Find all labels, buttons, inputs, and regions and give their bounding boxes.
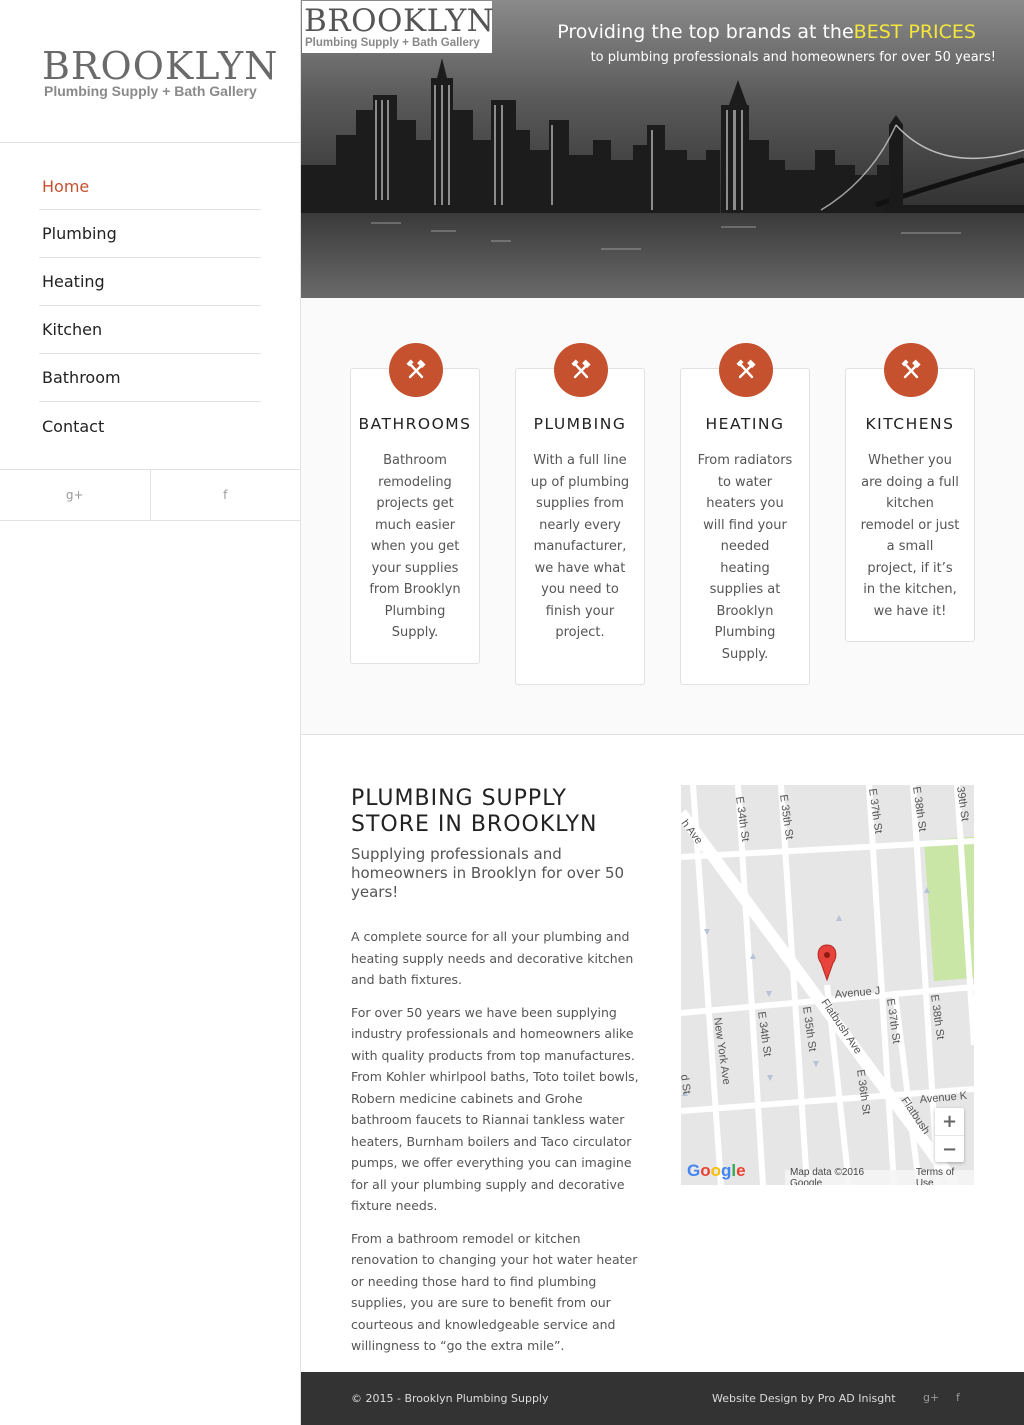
map-zoom-control: + − <box>935 1108 964 1162</box>
paragraph: For over 50 years we have been supplying… <box>351 1004 639 1214</box>
feature-card-heating: HEATING From radiators to water heaters … <box>680 343 810 685</box>
footer-credit-link[interactable]: Website Design by Pro AD Inisght <box>712 1392 896 1405</box>
feature-text: From radiators to water heaters you will… <box>697 453 793 662</box>
tools-icon <box>554 343 608 397</box>
hero-logo[interactable]: BROOKLYN Plumbing Supply + Bath Gallery <box>302 1 495 53</box>
paragraph: From a bathroom remodel or kitchen renov… <box>351 1230 638 1354</box>
page-title: PLUMBING SUPPLY STORE IN BROOKLYN <box>351 786 598 837</box>
tools-icon <box>884 343 938 397</box>
about-content: PLUMBING SUPPLY STORE IN BROOKLYN Supply… <box>351 786 647 1357</box>
paragraph: A complete source for all your plumbing … <box>351 929 634 987</box>
logo-subtitle: Plumbing Supply + Bath Gallery <box>44 83 257 99</box>
facebook-icon[interactable]: f <box>956 1391 960 1404</box>
nav-item-home[interactable]: Home <box>39 163 261 210</box>
zoom-in-button[interactable]: + <box>935 1108 964 1135</box>
facebook-icon[interactable]: f <box>149 470 301 520</box>
map-tiles: E 34th St E 35th St E 37th St E 38th St … <box>681 785 974 1185</box>
feature-text: With a full line up of plumbing supplies… <box>530 453 630 640</box>
terms-of-use-link[interactable]: Terms of Use <box>916 1167 974 1186</box>
feature-text: Bathroom remodeling projects get much ea… <box>369 453 461 640</box>
main-nav: Home Plumbing Heating Kitchen Bathroom C… <box>39 163 261 450</box>
footer: © 2015 - Brooklyn Plumbing Supply Websit… <box>301 1372 1024 1425</box>
nav-item-contact[interactable]: Contact <box>39 402 261 450</box>
hero-banner: BROOKLYN Plumbing Supply + Bath Gallery … <box>301 0 1024 298</box>
feature-card-plumbing: PLUMBING With a full line up of plumbing… <box>515 343 645 685</box>
feature-title: KITCHENS <box>865 415 955 433</box>
page-subtitle: Supplying professionals and homeowners i… <box>351 845 625 901</box>
hero-headline-accent: BEST PRICES <box>853 21 976 43</box>
social-bar: g+ f <box>0 469 300 521</box>
nav-item-heating[interactable]: Heating <box>39 258 261 306</box>
hero-logo-title: BROOKLYN <box>304 3 495 39</box>
feature-title: BATHROOMS <box>358 415 472 433</box>
logo-title: BROOKLYN <box>42 44 279 88</box>
google-plus-icon[interactable]: g+ <box>923 1391 939 1404</box>
nav-item-plumbing[interactable]: Plumbing <box>39 210 261 258</box>
map-attribution: Map data ©2016 Google Terms of Use <box>785 1166 974 1186</box>
feature-title: PLUMBING <box>533 415 627 433</box>
nav-item-bathroom[interactable]: Bathroom <box>39 354 261 402</box>
feature-title: HEATING <box>705 415 785 433</box>
street-label: d St <box>681 1074 693 1095</box>
map-data-label: Map data ©2016 Google <box>790 1166 865 1186</box>
hero-headline-prefix: Providing the top brands at the <box>557 21 854 43</box>
feature-card-bathrooms: BATHROOMS Bathroom remodeling projects g… <box>350 343 480 664</box>
feature-text: Whether you are doing a full kitchen rem… <box>860 453 960 619</box>
hero-headline: Providing the top brands at theBEST PRIC… <box>557 21 976 43</box>
feature-card-kitchens: KITCHENS Whether you are doing a full ki… <box>845 343 975 642</box>
nav-item-kitchen[interactable]: Kitchen <box>39 306 261 354</box>
sidebar: BROOKLYN Plumbing Supply + Bath Gallery … <box>0 0 301 1425</box>
google-map[interactable]: E 34th St E 35th St E 37th St E 38th St … <box>681 785 974 1185</box>
features-section: BATHROOMS Bathroom remodeling projects g… <box>301 298 1024 735</box>
logo[interactable]: BROOKLYN Plumbing Supply + Bath Gallery <box>0 0 300 143</box>
tools-icon <box>719 343 773 397</box>
zoom-out-button[interactable]: − <box>935 1135 964 1162</box>
hero-logo-subtitle: Plumbing Supply + Bath Gallery <box>305 37 480 49</box>
hero-subline: to plumbing professionals and homeowners… <box>590 50 996 65</box>
google-plus-icon[interactable]: g+ <box>0 470 150 520</box>
footer-copyright: © 2015 - Brooklyn Plumbing Supply <box>351 1392 549 1405</box>
google-logo: Google <box>687 1161 746 1180</box>
tools-icon <box>389 343 443 397</box>
